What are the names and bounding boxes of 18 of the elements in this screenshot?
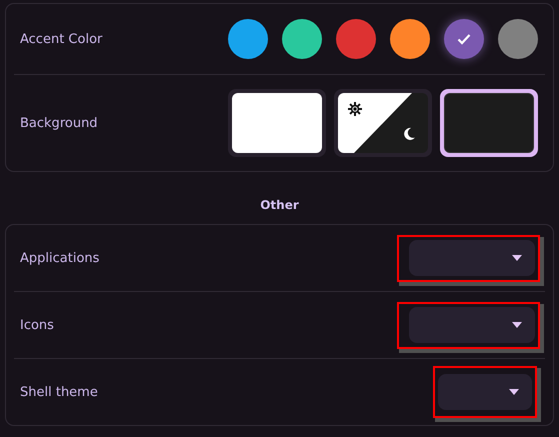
sun-icon [348,102,362,116]
row-label: Background [20,116,98,130]
row-label: Accent Color [20,32,102,46]
color-swatch[interactable] [444,19,484,59]
color-swatch[interactable] [336,19,376,59]
check-icon [457,33,471,45]
row-label: Shell theme [20,384,98,400]
color-swatch[interactable] [228,19,268,59]
row-label: Applications [20,250,100,266]
color-swatch[interactable] [498,19,538,59]
color-swatch[interactable] [282,19,322,59]
moon-icon [402,127,416,141]
caret-icon [512,255,522,261]
caret-icon [509,389,519,395]
section-heading: Other [259,197,300,214]
row-label: Icons [20,318,54,332]
caret-icon [512,322,522,328]
color-swatch[interactable] [390,19,430,59]
